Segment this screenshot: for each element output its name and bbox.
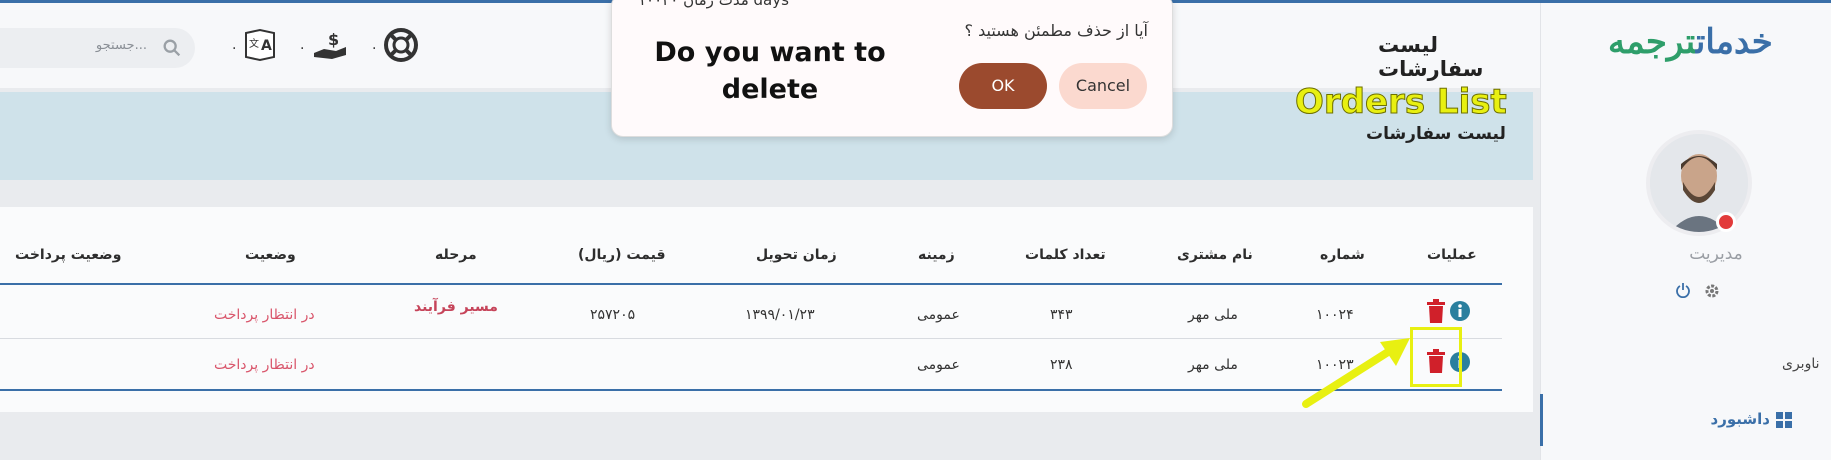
translate-icon[interactable]: A 文 <box>240 25 280 65</box>
cell-status: در انتظار پرداخت <box>214 307 315 323</box>
col-header-price: قیمت (ریال) <box>578 247 666 263</box>
online-status-dot <box>1716 212 1736 232</box>
gear-icon[interactable] <box>1703 282 1721 300</box>
search-icon[interactable] <box>161 37 183 59</box>
cell-stage-link[interactable]: مسیر فرآیند <box>414 299 498 315</box>
table-bottom-divider <box>0 389 1502 391</box>
col-header-field: زمینه <box>918 247 955 263</box>
cell-field: عمومی <box>917 357 960 373</box>
avatar[interactable] <box>1646 130 1752 236</box>
cell-delivery-time: ۱۳۹۹/۰۱/۲۳ <box>745 307 815 323</box>
banner-title: لیست سفارشات <box>1366 124 1506 144</box>
logo-text-part2: ترجمه <box>1608 22 1696 62</box>
navigation-section-label: ناوبری <box>1782 356 1820 372</box>
payment-hand-icon[interactable]: $ <box>310 25 350 65</box>
table-header-divider <box>0 283 1502 285</box>
col-header-stage: مرحله <box>435 247 477 263</box>
badge-count: . <box>232 37 237 53</box>
cell-number: ۱۰۰۲۴ <box>1316 307 1354 323</box>
annotation-arrow-icon <box>1302 338 1410 408</box>
col-header-number: شماره <box>1320 247 1365 263</box>
col-header-delivery-time: زمان تحویل <box>756 247 837 263</box>
search-input[interactable]: جستجو... <box>96 38 147 53</box>
page-title: لیست سفارشات <box>1378 33 1484 81</box>
dialog-clipped-text: مدت زمان ۱۰۰۲۰ days <box>638 0 789 9</box>
col-header-payment-status: وضعیت پرداخت <box>15 247 122 263</box>
app-logo[interactable]: خدماتترجمه <box>1608 22 1773 62</box>
sidebar-item-dashboard[interactable]: داشبورد <box>1540 394 1831 446</box>
info-icon[interactable] <box>1449 300 1471 322</box>
user-role: مدیریت <box>1689 244 1743 264</box>
badge-count: . <box>300 37 305 53</box>
svg-text:A: A <box>261 38 272 54</box>
svg-text:文: 文 <box>249 37 259 50</box>
dashboard-grid-icon <box>1776 412 1792 428</box>
dialog-question: آیا از حذف مطمئن هستید ؟ <box>964 21 1148 40</box>
col-header-customer: نام مشتری <box>1177 247 1253 263</box>
svg-text:$: $ <box>328 30 339 49</box>
search-box[interactable]: جستجو... <box>0 28 195 68</box>
trash-icon[interactable] <box>1426 299 1446 323</box>
cell-field: عمومی <box>917 307 960 323</box>
cell-word-count: ۲۳۸ <box>1050 357 1073 373</box>
cell-price: ۲۵۷۲۰۵ <box>590 307 636 323</box>
annotation-orders-caption: Orders List <box>1295 82 1508 123</box>
row-divider <box>0 338 1502 339</box>
power-icon[interactable] <box>1675 282 1691 298</box>
col-header-word-count: تعداد کلمات <box>1025 247 1106 263</box>
col-header-status: وضعیت <box>245 247 296 263</box>
cell-word-count: ۳۴۳ <box>1050 307 1073 323</box>
cell-status: در انتظار پرداخت <box>214 357 315 373</box>
annotation-delete-caption: Do you want to delete <box>654 37 886 105</box>
logo-text-part1: خدمات <box>1695 22 1773 62</box>
badge-count: . <box>372 37 377 53</box>
sidebar-item-label: داشبورد <box>1710 410 1770 428</box>
cell-customer: ملی مهر <box>1188 357 1238 373</box>
cancel-button[interactable]: Cancel <box>1059 63 1147 109</box>
support-lifebuoy-icon[interactable] <box>381 25 421 65</box>
cell-customer: ملی مهر <box>1188 307 1238 323</box>
col-header-actions: عملیات <box>1427 247 1477 263</box>
ok-button[interactable]: OK <box>959 63 1047 109</box>
